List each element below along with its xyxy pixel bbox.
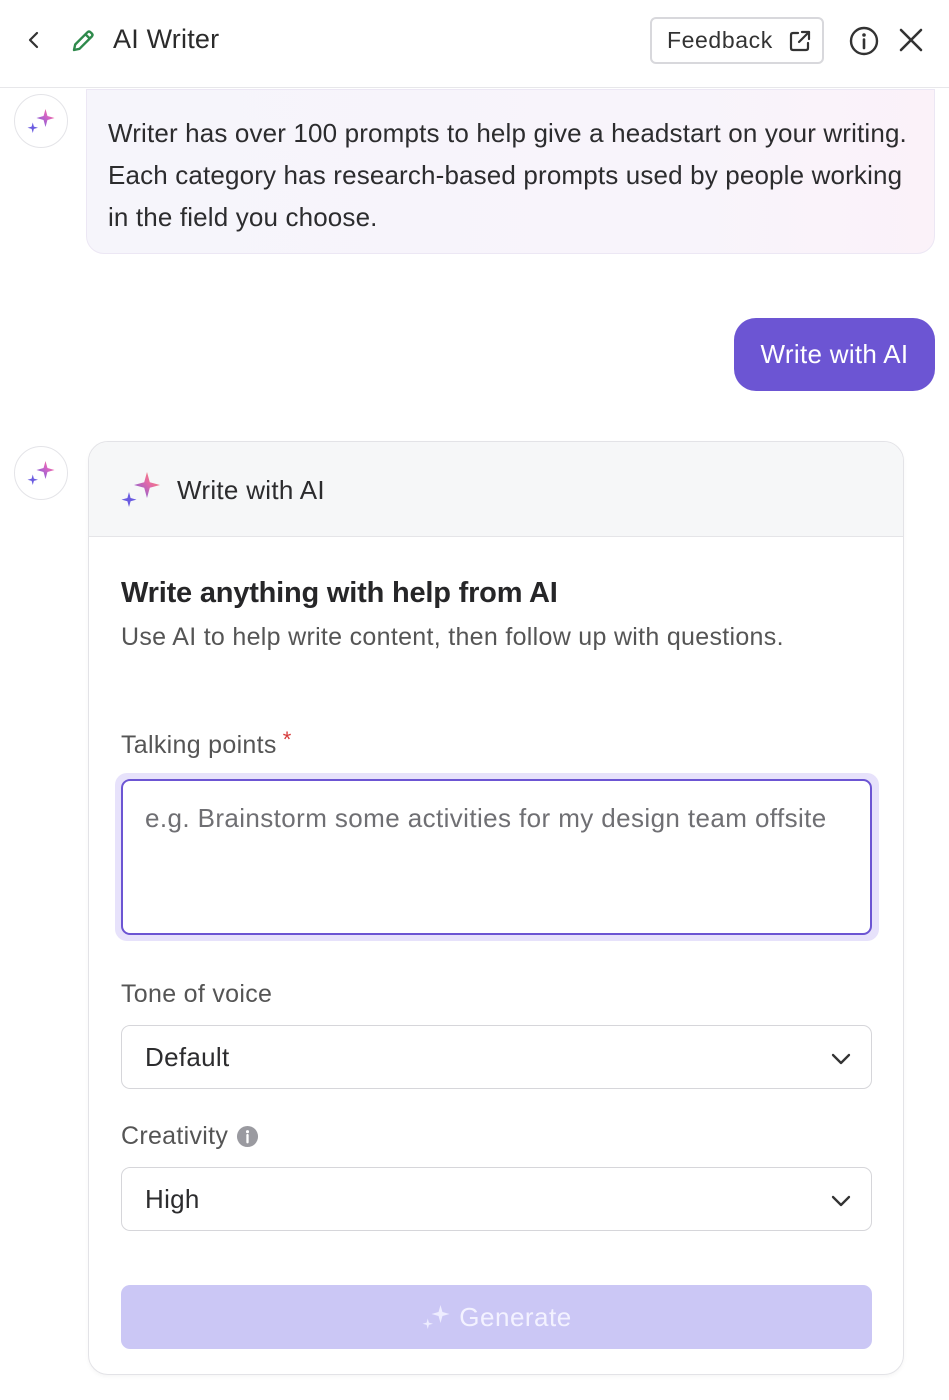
sparkle-icon [27,461,55,485]
back-button[interactable] [18,24,50,56]
required-mark: * [282,727,292,752]
tone-of-voice-label: Tone of voice [121,980,273,1008]
talking-points-input[interactable] [121,779,872,935]
write-with-ai-card: Write with AI Write anything with help f… [88,441,904,1375]
user-message: Write with AI [734,318,935,391]
sparkle-icon [27,109,55,133]
sparkle-icon [422,1305,450,1329]
intro-message-text: Writer has over 100 prompts to help give… [108,118,907,232]
creativity-select[interactable]: High [121,1167,872,1231]
chevron-down-icon [831,1053,851,1065]
creativity-label: Creativity [121,1122,259,1151]
generate-label: Generate [459,1301,572,1332]
chevron-left-icon [28,31,39,49]
external-link-icon [789,30,811,52]
panel-header: AI Writer Feedback [0,0,949,88]
talking-points-label: Talking points * [121,727,292,760]
close-icon[interactable] [896,25,926,55]
feedback-button[interactable]: Feedback [650,17,824,64]
creativity-value: High [145,1183,200,1214]
card-header-title: Write with AI [177,475,325,505]
ai-avatar [14,446,68,500]
tone-of-voice-select[interactable]: Default [121,1025,872,1089]
tone-of-voice-value: Default [145,1041,230,1072]
talking-points-label-text: Talking points [121,731,277,759]
info-icon[interactable] [848,25,880,57]
info-icon[interactable] [236,1125,259,1148]
intro-message: Writer has over 100 prompts to help give… [86,89,935,254]
sparkle-icon [121,472,160,507]
generate-button[interactable]: Generate [121,1285,872,1349]
card-title: Write anything with help from AI [121,577,558,609]
ai-writer-panel: AI Writer Feedback Writer has over 100 p… [0,0,949,1400]
pencil-icon [72,30,94,52]
card-header: Write with AI [89,442,903,537]
card-subtitle: Use AI to help write content, then follo… [121,623,784,651]
app-title: AI Writer [113,24,220,54]
chevron-down-icon [831,1195,851,1207]
creativity-label-text: Creativity [121,1122,229,1150]
ai-avatar [14,94,68,148]
feedback-label: Feedback [667,27,773,53]
